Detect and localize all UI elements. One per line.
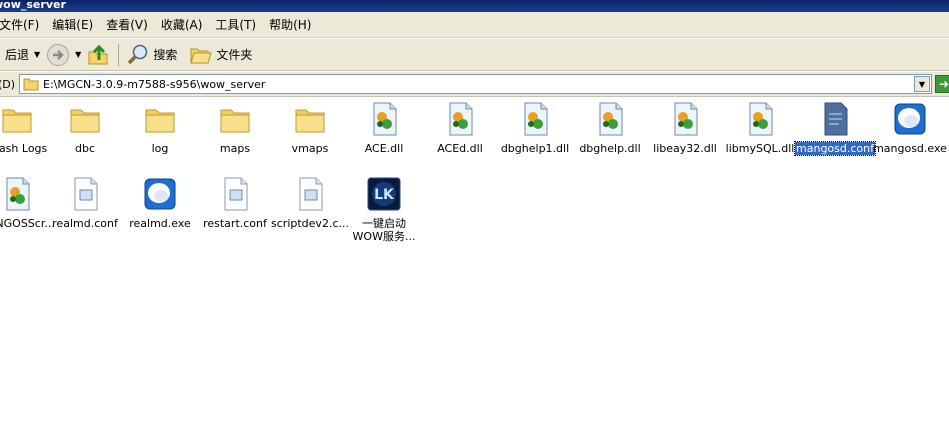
dll-file-icon (668, 102, 702, 136)
search-label: 搜索 (153, 48, 178, 62)
folders-icon (190, 48, 213, 63)
application-icon (893, 102, 927, 136)
config-file-icon (818, 102, 852, 136)
file-item[interactable]: dbc (47, 102, 123, 155)
up-folder-icon (88, 44, 108, 64)
file-item[interactable]: mangosd.exe (872, 102, 948, 155)
file-name: log (151, 142, 169, 155)
folder-icon (23, 78, 39, 91)
address-input[interactable]: E:\MGCN-3.0.9-m7588-s956\wow_server ▼ (19, 74, 932, 94)
file-name: realmd.exe (129, 217, 191, 230)
dll-file-icon (743, 102, 777, 136)
menu-bar: 文件(F) 编辑(E) 查看(V) 收藏(A) 工具(T) 帮助(H) (0, 12, 949, 38)
file-name: restart.conf (203, 217, 267, 230)
forward-dropdown-icon[interactable]: ▼ (75, 50, 81, 59)
toolbar-separator (118, 43, 120, 66)
file-list: Crash Logs dbc log maps vmaps ACE.dll ACEd.dll… (0, 97, 949, 447)
forward-button[interactable]: ▼ (43, 43, 84, 67)
file-name: mangosd.exe (873, 142, 947, 155)
file-name: mangosd.conf (794, 141, 876, 156)
dll-file-icon (593, 102, 627, 136)
file-item[interactable]: scriptdev2.c... (271, 177, 349, 230)
forward-arrow-icon (47, 43, 70, 66)
search-button[interactable]: 搜索 (123, 43, 180, 67)
dll-file-icon (443, 102, 477, 136)
svg-text:LK: LK (374, 187, 395, 203)
window-title: wow_server (0, 0, 66, 11)
toolbar: 后退 ▼ ▼ 搜索 文件夹 (0, 39, 949, 71)
search-icon (128, 44, 148, 64)
file-name: dbghelp.dll (579, 142, 641, 155)
file-name: libmySQL.dll (725, 142, 795, 155)
folder-icon (218, 102, 252, 136)
file-item[interactable]: libeay32.dll (647, 102, 723, 155)
go-arrow-icon: ➜ (938, 77, 949, 91)
file-name: libeay32.dll (653, 142, 717, 155)
back-button[interactable]: 后退 ▼ (2, 46, 43, 63)
dll-file-icon (367, 102, 401, 136)
menu-tools[interactable]: 工具(T) (208, 16, 262, 33)
file-name: vmaps (291, 142, 329, 155)
folder-icon (293, 102, 327, 136)
document-file-icon (293, 177, 327, 211)
file-item[interactable]: LK 一键启动WOW服务... (346, 177, 422, 243)
file-item[interactable]: ACE.dll (346, 102, 422, 155)
file-item[interactable]: vmaps (272, 102, 348, 155)
file-item[interactable]: ACEd.dll (422, 102, 498, 155)
file-name: maps (219, 142, 251, 155)
dll-file-icon (518, 102, 552, 136)
file-name: dbc (74, 142, 95, 155)
address-path: E:\MGCN-3.0.9-m7588-s956\wow_server (43, 77, 266, 91)
file-name: dbghelp1.dll (500, 142, 570, 155)
lk-app-icon: LK (367, 177, 401, 211)
file-item[interactable]: mangosd.conf (794, 102, 876, 156)
menu-view[interactable]: 查看(V) (99, 16, 154, 33)
file-item[interactable]: realmd.exe (122, 177, 198, 230)
menu-edit[interactable]: 编辑(E) (45, 16, 99, 33)
menu-favorites[interactable]: 收藏(A) (154, 16, 209, 33)
file-name: 一键启动WOW服务... (352, 217, 416, 243)
file-item[interactable]: dbghelp.dll (572, 102, 648, 155)
up-folder-button[interactable] (84, 43, 114, 67)
menu-file[interactable]: 文件(F) (0, 16, 45, 33)
folders-button[interactable]: 文件夹 (186, 43, 255, 67)
folder-icon (143, 102, 177, 136)
file-item[interactable]: realmd.conf (47, 177, 123, 230)
file-item[interactable]: maps (197, 102, 273, 155)
menu-help[interactable]: 帮助(H) (262, 16, 317, 33)
folders-label: 文件夹 (216, 48, 253, 62)
document-file-icon (218, 177, 252, 211)
go-button[interactable]: ➜ (935, 75, 949, 93)
back-label: 后退 (5, 48, 30, 62)
folder-icon (0, 102, 34, 136)
file-name: ACE.dll (364, 142, 404, 155)
file-name: realmd.conf (52, 217, 118, 230)
title-bar: wow_server (0, 0, 949, 12)
file-item[interactable]: restart.conf (197, 177, 273, 230)
application-icon (143, 177, 177, 211)
address-bar: (D) E:\MGCN-3.0.9-m7588-s956\wow_server … (0, 72, 949, 97)
file-item[interactable]: libmySQL.dll (722, 102, 798, 155)
dll-file-icon (0, 177, 34, 211)
back-dropdown-icon[interactable]: ▼ (34, 50, 40, 59)
file-item[interactable]: log (122, 102, 198, 155)
address-label: (D) (0, 77, 16, 91)
file-item[interactable]: dbghelp1.dll (497, 102, 573, 155)
document-file-icon (68, 177, 102, 211)
file-name: Crash Logs (0, 142, 48, 155)
file-name: scriptdev2.c... (271, 217, 349, 230)
address-dropdown-icon[interactable]: ▼ (914, 76, 930, 92)
file-name: ACEd.dll (437, 142, 483, 155)
folder-icon (68, 102, 102, 136)
